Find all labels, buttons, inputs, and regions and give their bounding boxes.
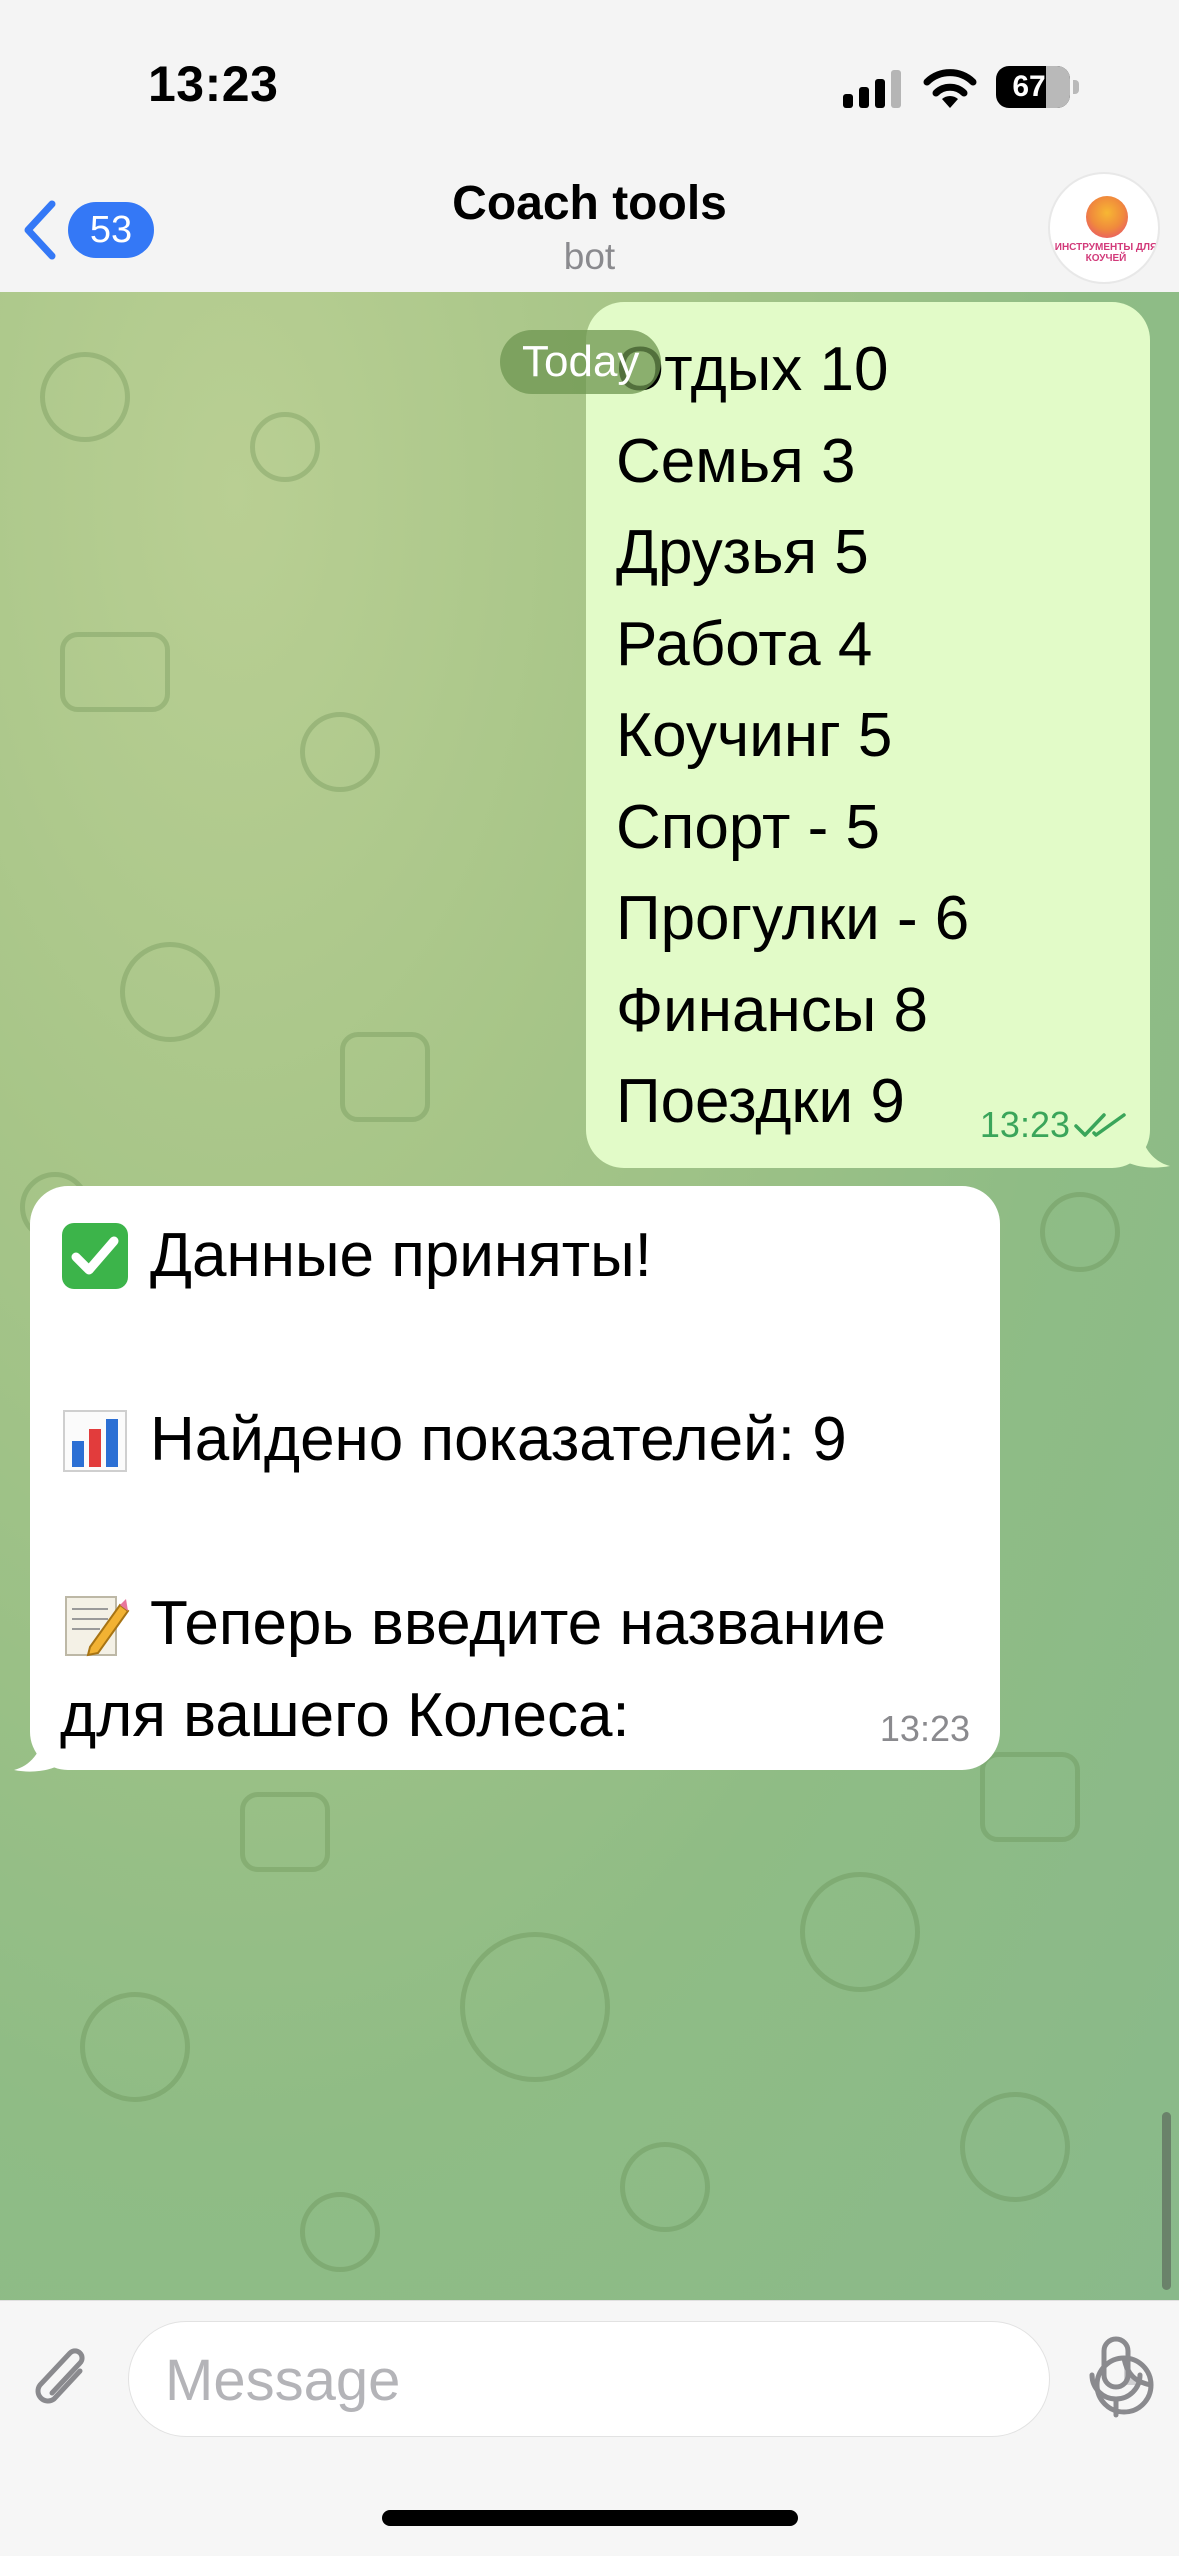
incoming-line: Найдено показателей: 9 — [60, 1394, 970, 1486]
signal-icon — [843, 70, 901, 108]
chat-subtitle: bot — [563, 236, 616, 277]
outgoing-line: Работа 4 — [616, 609, 873, 679]
outgoing-line: Друзья 5 — [616, 518, 869, 587]
outgoing-message-time: 13:23 — [979, 1104, 1070, 1145]
incoming-line-text: Теперь введите название — [150, 1589, 886, 1658]
incoming-line-text: для вашего Колеса: — [60, 1681, 630, 1750]
outgoing-message-meta: 13:23 — [980, 1104, 1128, 1146]
outgoing-line: Коучинг 5 — [616, 701, 893, 770]
bot-avatar[interactable]: ИНСТРУМЕНТЫ ДЛЯ КОУЧЕЙ — [1048, 172, 1160, 284]
incoming-line-text: Данные приняты! — [150, 1221, 652, 1290]
status-time: 13:23 — [148, 56, 279, 112]
check-mark-icon — [62, 1223, 128, 1289]
memo-pencil-icon — [65, 1596, 130, 1657]
avatar-logo-text: ИНСТРУМЕНТЫ ДЛЯ КОУЧЕЙ — [1054, 242, 1158, 264]
wifi-icon — [923, 69, 977, 108]
outgoing-line: Отдых 10 — [616, 335, 889, 404]
chat-header: 53 Coach tools bot ИНСТРУМЕНТЫ ДЛЯ КОУЧЕ… — [0, 160, 1179, 292]
date-separator: Today — [500, 330, 662, 394]
message-input[interactable] — [165, 2340, 945, 2420]
outgoing-message-lines: Отдых 10 Семья 3 Друзья 5 Работа 4 Коучи… — [616, 324, 1120, 1148]
message-input-container — [128, 2321, 1154, 2437]
chat-scrollbar[interactable] — [1162, 2112, 1171, 2290]
incoming-message-time: 13:23 — [879, 1708, 970, 1749]
incoming-line: Данные приняты! — [60, 1210, 970, 1302]
avatar-logo-icon — [1086, 196, 1128, 238]
outgoing-line: Финансы 8 — [616, 975, 928, 1045]
incoming-line: для вашего Колеса: — [60, 1670, 970, 1762]
attach-paperclip-icon[interactable] — [28, 2341, 98, 2421]
home-indicator[interactable] — [382, 2510, 798, 2526]
battery-icon: 67 — [996, 66, 1079, 108]
battery-level: 67 — [1012, 70, 1046, 103]
microphone-icon[interactable] — [1086, 2335, 1146, 2423]
incoming-message[interactable]: Данные приняты! Найдено показателей: 9 Т… — [30, 1186, 1000, 1770]
outgoing-line: Прогулки - 6 — [616, 884, 970, 953]
double-check-icon — [1074, 1113, 1126, 1137]
outgoing-message[interactable]: Отдых 10 Семья 3 Друзья 5 Работа 4 Коучи… — [586, 302, 1150, 1168]
bar-chart-icon — [63, 1410, 127, 1472]
status-bar: 13:23 67 — [0, 0, 1179, 160]
chat-title[interactable]: Coach tools — [0, 176, 1179, 231]
incoming-line: Теперь введите название — [60, 1578, 970, 1670]
outgoing-line: Спорт - 5 — [616, 792, 880, 862]
incoming-line-text: Найдено показателей: 9 — [150, 1405, 847, 1474]
outgoing-line: Семья 3 — [616, 426, 856, 496]
